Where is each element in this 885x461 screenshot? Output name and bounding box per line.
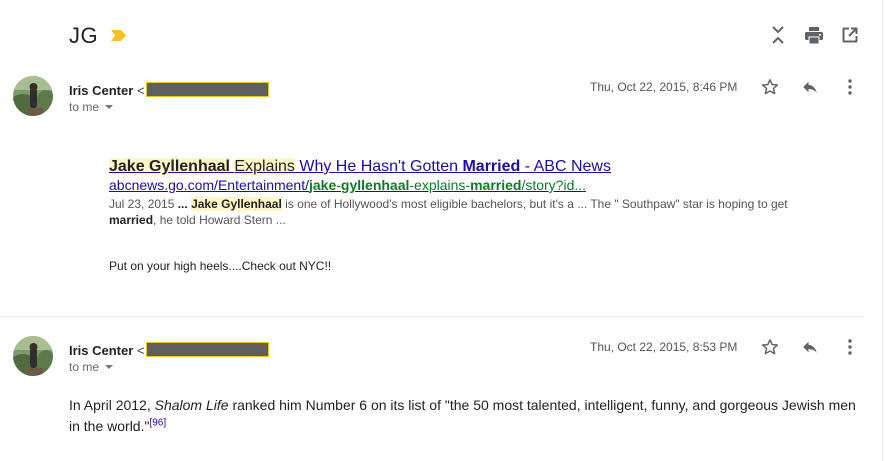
thread-header: JG xyxy=(0,0,882,62)
highlight: Married xyxy=(462,158,521,175)
snippet-date: Jul 23, 2015 xyxy=(109,197,178,211)
reply-icon[interactable] xyxy=(800,337,820,357)
search-result-title-link[interactable]: Jake Gyllenhaal Explains Why He Hasn't G… xyxy=(109,158,611,176)
text: , he told Howard Stern ... xyxy=(153,213,286,227)
recipient-details-toggle[interactable]: to me xyxy=(69,100,114,114)
message-date: Thu, Oct 22, 2015, 8:53 PM xyxy=(590,340,738,354)
recipient-label: to me xyxy=(69,100,100,114)
highlight: Explains xyxy=(234,158,295,175)
sender[interactable]: Iris Center < xyxy=(69,80,269,98)
message-date: Thu, Oct 22, 2015, 8:46 PM xyxy=(590,80,738,94)
message-body: In April 2012, Shalom Life ranked him Nu… xyxy=(69,395,869,437)
more-options-icon[interactable] xyxy=(840,77,860,97)
sender-name: Iris Center xyxy=(69,83,134,98)
text: Why He Hasn't Gotten xyxy=(294,158,463,175)
message-body: Put on your high heels....Check out NYC!… xyxy=(109,259,332,273)
open-in-new-window-icon[interactable] xyxy=(840,25,860,45)
text: In April 2012, xyxy=(69,397,155,413)
publication-name: Shalom Life xyxy=(154,397,229,413)
search-result-url-link[interactable]: abcnews.go.com/Entertainment/jake-gyllen… xyxy=(109,177,586,193)
importance-marker-icon[interactable] xyxy=(111,30,126,41)
pane-border xyxy=(882,0,883,461)
more-options-icon[interactable] xyxy=(840,337,860,357)
highlight: Jake Gyllenhaal xyxy=(191,197,282,211)
highlight: married xyxy=(109,213,154,227)
text: is one of Hollywood's most eligible bach… xyxy=(281,197,788,211)
sender-bracket: < xyxy=(136,83,145,98)
avatar[interactable] xyxy=(13,76,53,116)
recipient-details-toggle[interactable]: to me xyxy=(69,360,114,374)
sender-name: Iris Center xyxy=(69,343,134,358)
url-part: -explains- xyxy=(409,177,471,193)
star-icon[interactable] xyxy=(760,337,780,357)
chevron-down-icon xyxy=(105,365,114,369)
url-keyword: jake xyxy=(309,177,337,193)
chevron-down-icon xyxy=(105,105,114,109)
recipient-label: to me xyxy=(69,360,100,374)
reference-link[interactable]: [96] xyxy=(149,417,166,428)
url-part: /story?id... xyxy=(521,177,587,193)
redacted-email xyxy=(145,82,269,97)
collapse-all-icon[interactable] xyxy=(768,25,788,45)
highlight: Jake Gyllenhaal xyxy=(109,158,230,175)
message-divider xyxy=(0,316,862,317)
thread-subject: JG xyxy=(69,23,99,48)
search-result-snippet: Jul 23, 2015 ... Jake Gyllenhaal is one … xyxy=(109,196,829,228)
text: - ABC News xyxy=(520,158,611,175)
url-part: abcnews.go.com/Entertainment/ xyxy=(109,177,309,193)
redacted-email xyxy=(145,342,269,357)
star-icon[interactable] xyxy=(760,77,780,97)
print-icon[interactable] xyxy=(804,25,824,45)
sender[interactable]: Iris Center < xyxy=(69,340,269,358)
text: ... xyxy=(177,197,188,211)
avatar[interactable] xyxy=(13,336,53,376)
sender-bracket: < xyxy=(136,343,145,358)
url-keyword: gyllenhaal xyxy=(340,177,410,193)
url-keyword: married xyxy=(470,177,522,193)
reply-icon[interactable] xyxy=(800,77,820,97)
